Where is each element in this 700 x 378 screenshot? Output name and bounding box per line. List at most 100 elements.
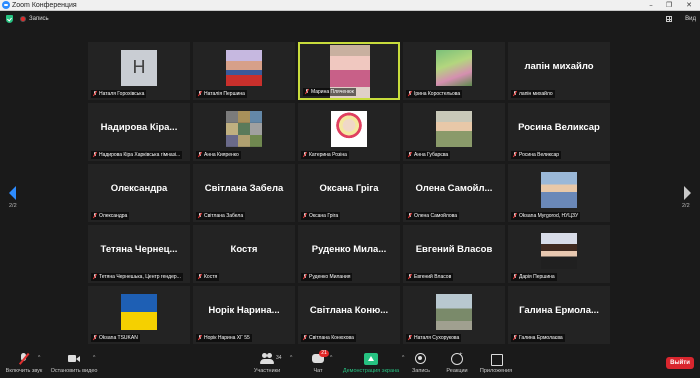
participant-name-label: Евгений Власов (406, 273, 454, 281)
participant-display-name: Тетяна Чернец... (100, 244, 178, 255)
participant-tile[interactable]: Галина Ермола... Галина Ермолаєва (508, 286, 610, 344)
chat-button[interactable]: 21 Чат (308, 350, 329, 378)
participant-tile[interactable]: Oksana Myrgorod, НУЦЗУ (508, 164, 610, 222)
participant-display-name: Оксана Гріга (319, 183, 379, 194)
participant-tile[interactable]: лапін михайло лапін михайло (508, 42, 610, 100)
muted-mic-icon (305, 89, 309, 95)
muted-mic-icon (93, 91, 97, 97)
participant-tile[interactable]: Норік Нарина... Норік Нарина ХГ 55 (193, 286, 295, 344)
view-button[interactable]: Вид (685, 14, 696, 24)
muted-mic-icon (198, 335, 202, 341)
avatar (541, 233, 577, 269)
participant-name: Наталя Сухорукова (414, 335, 460, 341)
minimize-button[interactable]: – (642, 0, 660, 10)
previous-page-arrow-icon[interactable] (9, 186, 16, 200)
avatar: Н (121, 50, 157, 86)
muted-mic-icon (303, 152, 307, 158)
participant-name: Марина Пляченюк (311, 89, 354, 95)
participant-tile[interactable]: Костя Костя (193, 225, 295, 283)
participant-name-label: Тетяна Чернешька, Центр гендер... (91, 273, 183, 281)
share-screen-label: Демонстрация экрана (342, 368, 400, 374)
participant-name-label: Костя (196, 273, 220, 281)
participant-name-label: Олена Самойлова (406, 212, 460, 220)
muted-mic-icon (513, 335, 517, 341)
participant-name: Анна Губарєва (414, 152, 449, 158)
chat-label: Чат (313, 368, 323, 374)
participant-tile[interactable]: Марина Пляченюк (298, 42, 400, 100)
participant-tile[interactable]: Евгений Власов Евгений Власов (403, 225, 505, 283)
video-options-caret-icon[interactable]: ^ (93, 355, 95, 361)
reactions-button[interactable]: Реакции (444, 352, 470, 378)
chat-icon: 21 (311, 350, 329, 365)
participant-tile[interactable]: Росина Великсар Росина Великсар (508, 103, 610, 161)
participant-name: Галина Ермолаєва (519, 335, 563, 341)
gallery-view-icon[interactable] (666, 16, 672, 22)
muted-mic-icon (408, 91, 412, 97)
participant-name: Анна Кияренко (204, 152, 239, 158)
participant-tile[interactable]: Світлана Коню... Світлана Конюхова (298, 286, 400, 344)
participants-count: 34 (276, 355, 282, 361)
participant-display-name: Надирова Кіра... (100, 122, 178, 133)
participant-tile[interactable]: Оксана Гріга Оксана Гріга (298, 164, 400, 222)
chat-caret-icon[interactable]: ^ (330, 355, 332, 361)
participant-display-name: Олена Самойл... (415, 183, 493, 194)
participant-name-label: Марина Пляченюк (303, 88, 356, 96)
participant-tile[interactable]: Тетяна Чернец... Тетяна Чернешька, Центр … (88, 225, 190, 283)
participant-name: Костя (204, 274, 218, 280)
avatar (226, 50, 262, 86)
participant-tile[interactable]: Oksana TSUKAN (88, 286, 190, 344)
participant-tile[interactable]: Олександра Олександра (88, 164, 190, 222)
avatar (436, 294, 472, 330)
participant-name-label: Світлана Забела (196, 212, 246, 220)
participant-tile[interactable]: Ірина Коростельова (403, 42, 505, 100)
muted-mic-icon (198, 91, 202, 97)
share-screen-icon (364, 353, 378, 365)
participant-tile[interactable]: Наталя Сухорукова (403, 286, 505, 344)
window-title: Zoom Конференция (12, 2, 77, 9)
muted-mic-icon (513, 213, 517, 219)
next-page-arrow-icon[interactable] (684, 186, 691, 200)
avatar (436, 50, 472, 86)
participant-tile[interactable]: Анна Кияренко (193, 103, 295, 161)
participant-name: Тетяна Чернешька, Центр гендер... (99, 274, 181, 280)
apps-label: Приложения (479, 368, 513, 374)
participant-tile[interactable]: Світлана Забела Світлана Забела (193, 164, 295, 222)
participant-tile[interactable]: Олена Самойл... Олена Самойлова (403, 164, 505, 222)
page-indicator-right: 2/2 (682, 203, 690, 209)
share-caret-icon[interactable]: ^ (402, 355, 404, 361)
participants-caret-icon[interactable]: ^ (290, 355, 292, 361)
share-screen-button[interactable]: Демонстрация экрана (340, 353, 402, 378)
close-button[interactable]: ✕ (680, 0, 698, 10)
participant-name-label: Надирова Кіра Харківська гімназі... (91, 151, 183, 159)
leave-button[interactable]: Выйти (666, 357, 694, 369)
muted-mic-icon (303, 213, 307, 219)
participant-name: Світлана Забела (204, 213, 244, 219)
record-icon (414, 353, 428, 365)
participant-tile[interactable]: Дарія Першина (508, 225, 610, 283)
participant-tile[interactable]: Надирова Кіра... Надирова Кіра Харківська… (88, 103, 190, 161)
participant-name: Росина Великсар (519, 152, 560, 158)
participant-name: Олена Самойлова (414, 213, 458, 219)
participants-label: Участники (253, 368, 281, 374)
participants-button[interactable]: 34 Участники (252, 353, 282, 378)
participant-name-label: Oksana TSUKAN (91, 334, 140, 342)
participant-tile[interactable]: Анна Губарєва (403, 103, 505, 161)
apps-button[interactable]: Приложения (478, 353, 514, 378)
avatar (331, 111, 367, 147)
participants-icon: 34 (260, 353, 282, 365)
unmute-label: Включить звук (5, 368, 43, 374)
record-button[interactable]: Запись (408, 353, 434, 378)
muted-mic-icon (93, 213, 97, 219)
stop-video-button[interactable]: Остановить видео (50, 353, 98, 378)
audio-options-caret-icon[interactable]: ^ (38, 355, 40, 361)
participant-name: Дарія Першина (519, 274, 555, 280)
participant-tile[interactable]: Руденко Мила... Руденко Милания (298, 225, 400, 283)
participant-tile[interactable]: Наталія Першина (193, 42, 295, 100)
participant-tile[interactable]: Катерина Розіна (298, 103, 400, 161)
participant-display-name: Норік Нарина... (208, 305, 280, 316)
participant-name-label: Наталія Першина (196, 90, 247, 98)
participant-tile[interactable]: Н Наталя Горохівська (88, 42, 190, 100)
maximize-button[interactable]: ❐ (660, 0, 678, 10)
apps-icon (489, 353, 503, 366)
security-shield-icon[interactable] (6, 15, 13, 23)
